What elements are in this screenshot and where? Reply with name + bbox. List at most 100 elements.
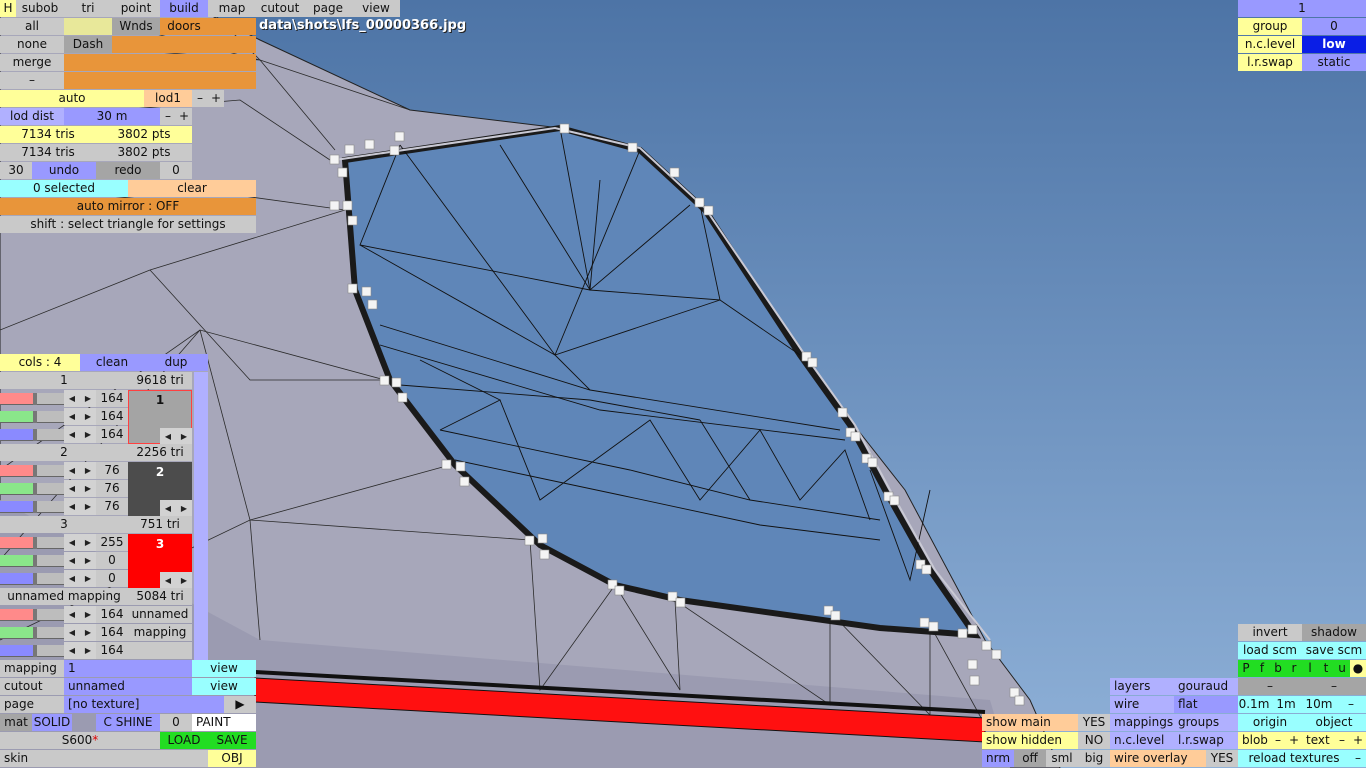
dash-button[interactable]: Dash [64,36,112,53]
mapping-value[interactable]: 1 [64,660,192,677]
arrow-right-icon[interactable]: ▶ [80,462,96,479]
arrow-right-icon[interactable]: ▶ [80,624,96,641]
slider-knob[interactable] [33,483,37,495]
flag-toggle-u[interactable]: u [1334,660,1350,677]
arrow-right-icon[interactable]: ▶ [80,570,96,587]
select-slot[interactable] [160,72,208,89]
clear-button[interactable]: clear [128,180,256,197]
select-none-button[interactable]: none [0,36,64,53]
blob-plus-button[interactable]: + [1286,732,1302,749]
lod-dist-minus-button[interactable]: – [160,108,176,125]
colour-name[interactable]: 3 [0,516,128,533]
lr-swap-value[interactable]: static [1302,54,1366,71]
slider-knob[interactable] [33,555,37,567]
save-scm-button[interactable]: save scm [1302,642,1366,659]
show-hidden-button[interactable]: show hidden [982,732,1078,749]
colour-r-slider[interactable] [0,609,64,621]
scale-minus-button[interactable]: – [1336,696,1366,713]
layers-button[interactable]: layers [1110,678,1174,695]
arrow-right-icon[interactable]: ▶ [80,480,96,497]
paint-button[interactable]: PAINT [192,714,256,731]
groups-button[interactable]: groups [1174,714,1238,731]
select-slot[interactable] [160,36,208,53]
c-shine-button[interactable]: C SHINE [96,714,160,731]
lod-plus-button[interactable]: + [208,90,224,107]
select-slot[interactable] [208,18,256,35]
show-main-button[interactable]: show main [982,714,1078,731]
colour-name[interactable]: unnamed mapping [0,588,128,605]
colour-b-slider[interactable] [0,645,64,657]
cutout-value[interactable]: unnamed [64,678,192,695]
scale-0-1m-button[interactable]: 0.1m [1238,696,1270,713]
colour-r-slider[interactable] [0,393,64,405]
object-number[interactable]: 1 [1238,0,1366,17]
select-slot[interactable] [112,36,160,53]
wire-overlay-button[interactable]: wire overlay [1110,750,1206,767]
arrow-left-icon[interactable]: ◀ [64,480,80,497]
flat-button[interactable]: flat [1174,696,1238,713]
gouraud-button[interactable]: gouraud [1174,678,1238,695]
lod-dist-value[interactable]: 30 m [64,108,160,125]
arrow-right-icon[interactable]: ▶ [80,408,96,425]
arrow-left-icon[interactable]: ◀ [64,552,80,569]
clean-button[interactable]: clean [80,354,144,371]
scale-10m-button[interactable]: 10m [1302,696,1336,713]
lr-swap-button[interactable]: l.r.swap [1174,732,1238,749]
tab-cutout[interactable]: cutout [256,0,304,17]
wnds-button[interactable]: Wnds [112,18,160,35]
colour-g-slider[interactable] [0,555,64,567]
arrow-right-icon[interactable]: ▶ [80,534,96,551]
colour-g-slider[interactable] [0,411,64,423]
off-button[interactable]: off [1014,750,1046,767]
colour-name[interactable]: 2 [0,444,128,461]
slider-knob[interactable] [33,465,37,477]
arrow-right-icon[interactable]: ▶ [80,426,96,443]
flag-toggle-l[interactable]: l [1302,660,1318,677]
text-plus-button[interactable]: + [1350,732,1366,749]
tab-map[interactable]: map [208,0,256,17]
select-blank[interactable] [64,18,112,35]
tab-build[interactable]: build [160,0,208,17]
select-slot[interactable] [208,54,256,71]
obj-button[interactable]: OBJ [208,750,256,767]
slider-knob[interactable] [33,573,37,585]
blob-minus-button[interactable]: – [1270,732,1286,749]
arrow-left-icon[interactable]: ◀ [64,426,80,443]
select-all-button[interactable]: all [0,18,64,35]
dash-button-1[interactable]: – [1238,678,1302,695]
slider-knob[interactable] [33,411,37,423]
select-slot[interactable] [160,54,208,71]
nrm-button[interactable]: nrm [982,750,1014,767]
scale-1m-button[interactable]: 1m [1270,696,1302,713]
big-button[interactable]: big [1078,750,1110,767]
colour-r-slider[interactable] [0,465,64,477]
mappings-button[interactable]: mappings [1110,714,1174,731]
colour-b-slider[interactable] [0,573,64,585]
redo-button[interactable]: redo [96,162,160,179]
arrow-right-icon[interactable]: ▶ [80,390,96,407]
tab-page[interactable]: page [304,0,352,17]
invert-button[interactable]: invert [1238,624,1302,641]
colour-g-slider[interactable] [0,627,64,639]
arrow-left-icon[interactable]: ◀ [160,500,176,517]
cutout-view-button[interactable]: view [192,678,256,695]
colour-b-slider[interactable] [0,501,64,513]
reload-textures-button[interactable]: reload textures [1238,750,1350,767]
wire-button[interactable]: wire [1110,696,1174,713]
arrow-left-icon[interactable]: ◀ [64,462,80,479]
select-slot[interactable] [112,54,160,71]
select-slot[interactable] [64,54,112,71]
shadow-button[interactable]: shadow [1302,624,1366,641]
solid-button[interactable]: SOLID [32,714,72,731]
arrow-left-icon[interactable]: ◀ [64,390,80,407]
arrow-right-icon[interactable]: ▶ [80,606,96,623]
select-slot[interactable] [112,72,160,89]
slider-knob[interactable] [33,501,37,513]
text-button[interactable]: text [1302,732,1334,749]
reload-minus-button[interactable]: – [1350,750,1366,767]
arrow-right-icon[interactable]: ▶ [176,500,192,517]
flag-toggle-P[interactable]: P [1238,660,1254,677]
mapping-view-button[interactable]: view [192,660,256,677]
arrow-right-icon[interactable]: ▶ [80,642,96,659]
arrow-left-icon[interactable]: ◀ [64,606,80,623]
